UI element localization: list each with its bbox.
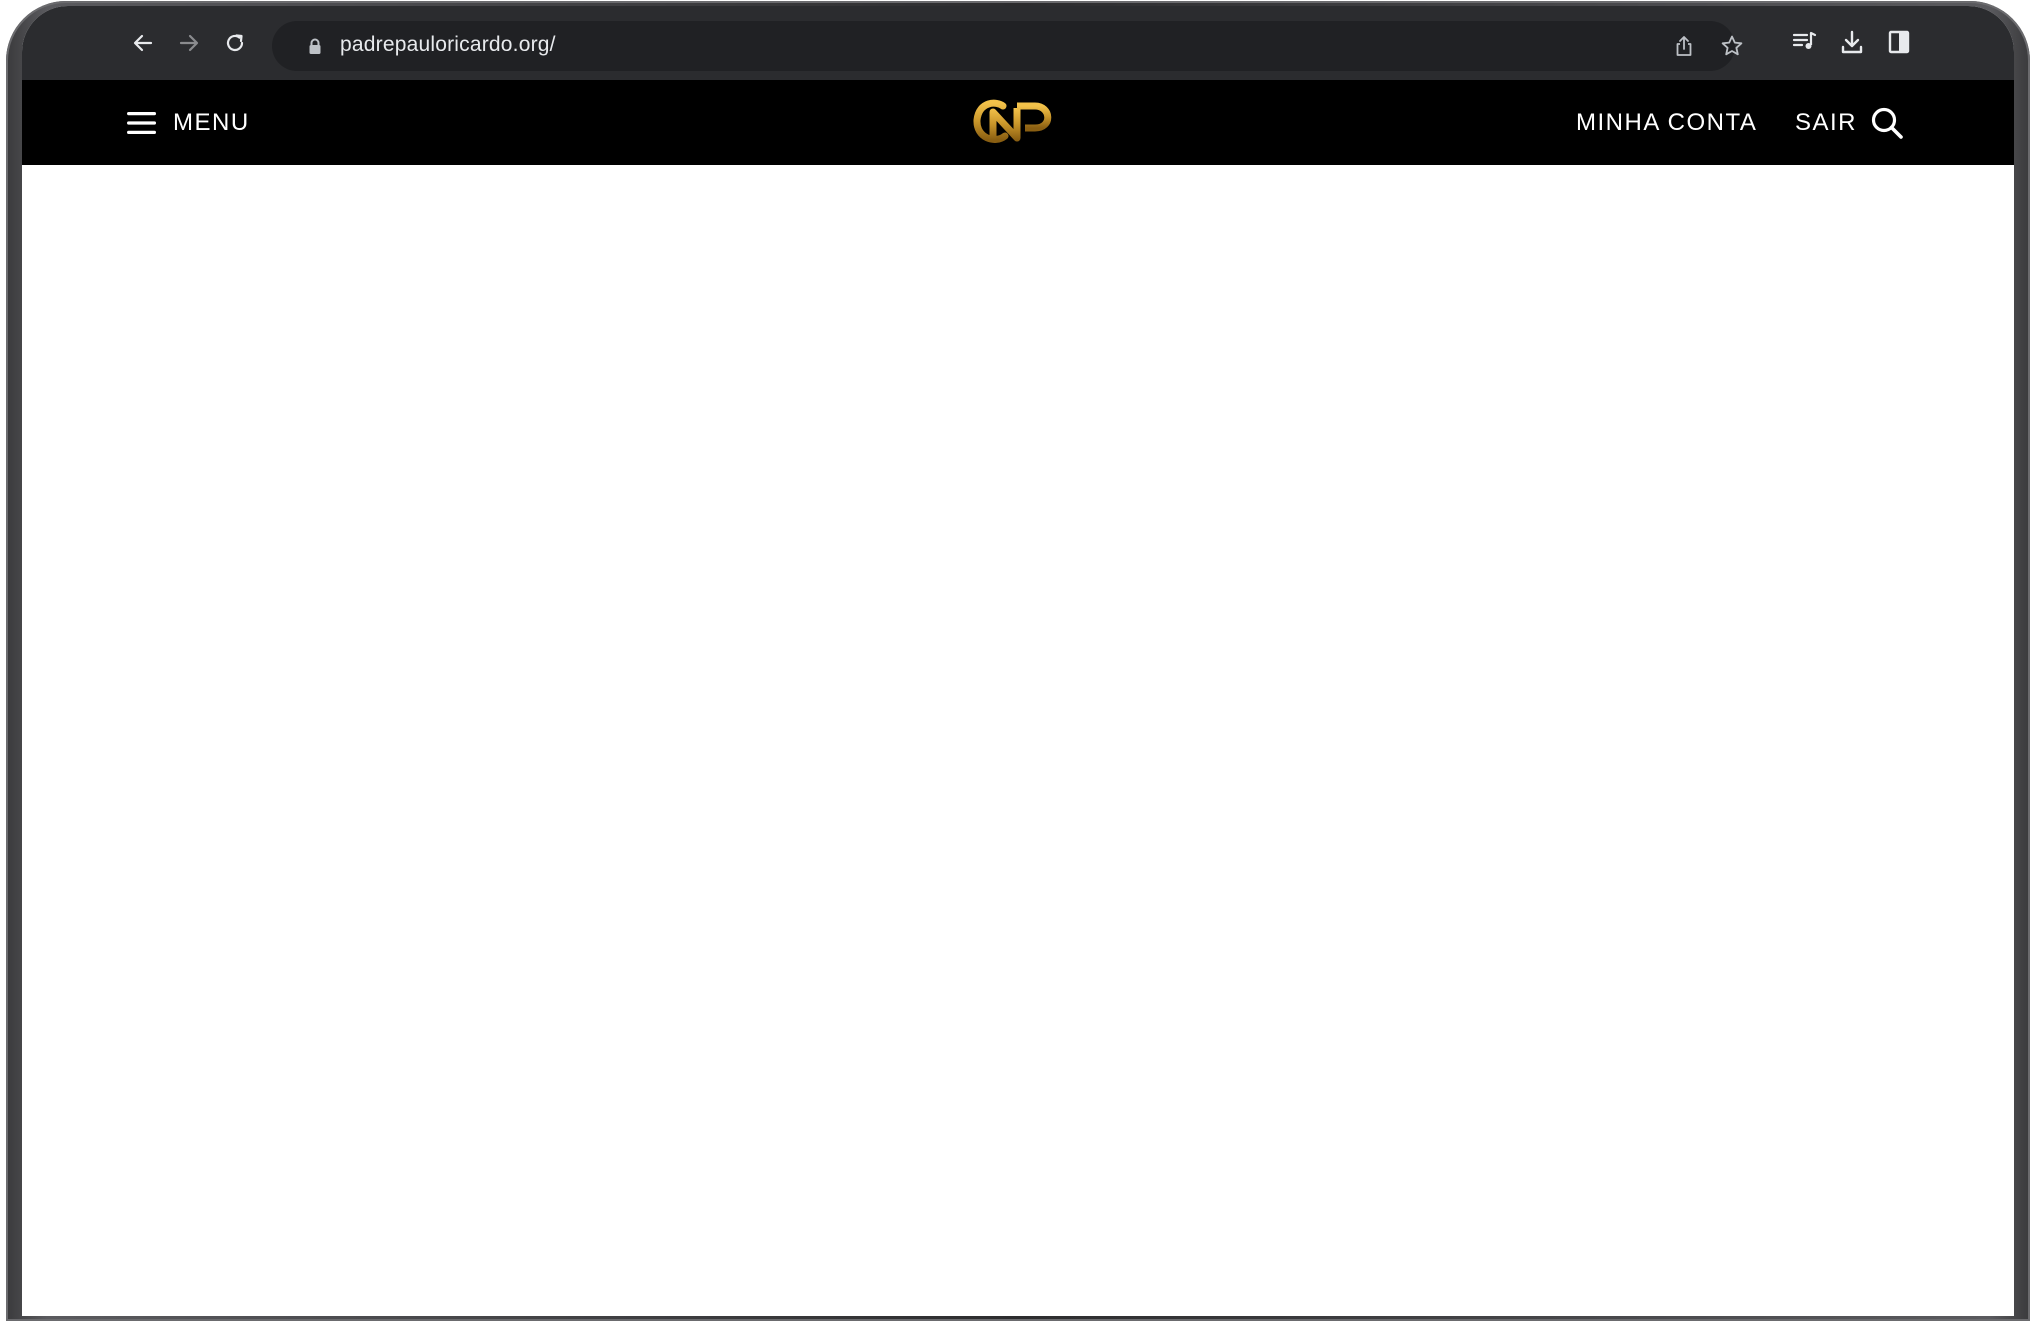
media-queue-icon[interactable] <box>1792 30 1818 54</box>
share-icon[interactable] <box>1674 34 1694 58</box>
page-content <box>22 165 2014 1316</box>
lock-icon <box>309 38 321 54</box>
menu-button[interactable]: MENU <box>127 106 250 140</box>
url-text: padrepauloricardo.org/ <box>340 33 556 56</box>
arrow-right-icon <box>179 34 199 52</box>
browser-toolbar: padrepauloricardo.org/ <box>22 6 2014 80</box>
side-panel-icon[interactable] <box>1888 30 1910 54</box>
reload-icon <box>226 34 244 52</box>
site-logo[interactable] <box>973 98 1055 146</box>
search-icon[interactable] <box>1870 106 1904 140</box>
site-header: MENU MINHA CONTA SAIR <box>22 80 2014 165</box>
reload-button[interactable] <box>220 28 250 58</box>
forward-button[interactable] <box>174 28 204 58</box>
laptop-frame: padrepauloricardo.org/ MENU MINHA CONTA … <box>6 1 2030 1321</box>
back-button[interactable] <box>128 28 158 58</box>
arrow-left-icon <box>133 34 153 52</box>
hamburger-icon <box>127 112 156 134</box>
my-account-link[interactable]: MINHA CONTA <box>1576 109 1757 137</box>
address-bar[interactable]: padrepauloricardo.org/ <box>272 21 1743 71</box>
logout-link[interactable]: SAIR <box>1795 109 1857 137</box>
browser-window: padrepauloricardo.org/ MENU MINHA CONTA … <box>22 6 2014 1316</box>
bookmark-star-icon[interactable] <box>1720 34 1744 58</box>
menu-label: MENU <box>173 109 250 136</box>
download-icon[interactable] <box>1840 30 1864 56</box>
